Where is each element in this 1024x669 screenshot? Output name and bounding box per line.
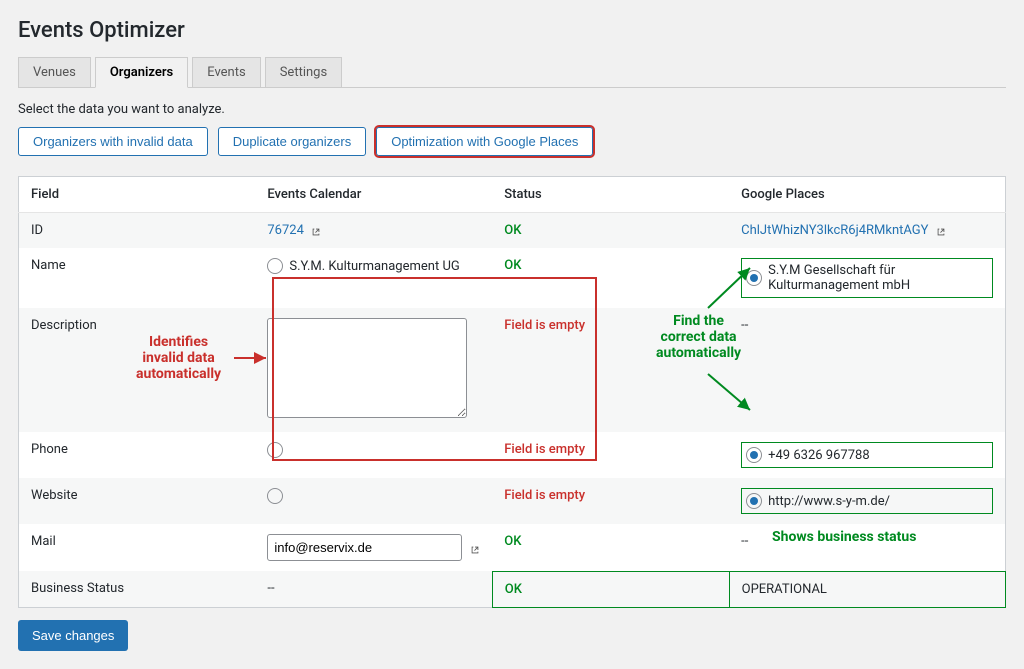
row-name-ec-value: S.Y.M. Kulturmanagement UG: [289, 259, 459, 274]
page-title: Events Optimizer: [18, 18, 1006, 43]
data-table: Field Events Calendar Status Google Plac…: [18, 176, 1006, 608]
row-name-status: OK: [504, 258, 521, 273]
row-mail-label: Mail: [19, 524, 256, 571]
row-website-gp-value: http://www.s-y-m.de/: [768, 494, 890, 509]
row-phone-gp-radio[interactable]: [746, 447, 762, 463]
row-phone-ec-radio[interactable]: [267, 442, 283, 458]
row-name-label: Name: [19, 248, 256, 308]
header-field: Field: [19, 177, 256, 213]
filter-buttons: Organizers with invalid data Duplicate o…: [18, 127, 1006, 156]
row-website-status: Field is empty: [504, 488, 585, 503]
row-description-status: Field is empty: [504, 318, 585, 333]
row-id-status: OK: [504, 223, 521, 238]
row-description-label: Description: [19, 308, 256, 432]
header-google-places: Google Places: [729, 177, 1005, 213]
header-status: Status: [492, 177, 729, 213]
tab-settings[interactable]: Settings: [265, 57, 342, 87]
tab-events[interactable]: Events: [192, 57, 260, 87]
row-business-status-ec: --: [255, 571, 492, 607]
row-phone-status: Field is empty: [504, 442, 585, 457]
row-id-label: ID: [19, 213, 256, 249]
external-link-icon: [311, 226, 321, 236]
external-link-icon: [470, 544, 480, 554]
row-name-gp-radio[interactable]: [746, 270, 762, 286]
row-description-gp: --: [729, 308, 1005, 432]
row-mail-gp: --: [729, 524, 1005, 571]
tab-organizers[interactable]: Organizers: [95, 57, 188, 88]
row-website-label: Website: [19, 478, 256, 524]
row-business-status-status: OK: [505, 582, 522, 597]
row-website-gp-radio[interactable]: [746, 493, 762, 509]
row-mail-input[interactable]: [267, 534, 462, 561]
row-id-ec-link[interactable]: 76724: [267, 223, 321, 238]
tab-venues[interactable]: Venues: [18, 57, 91, 87]
row-name-ec-radio[interactable]: [267, 258, 283, 274]
invalid-data-button[interactable]: Organizers with invalid data: [18, 127, 208, 156]
row-description-textarea[interactable]: [267, 318, 467, 418]
row-name-gp-value: S.Y.M Gesellschaft für Kulturmanagement …: [768, 263, 988, 293]
row-business-status-label: Business Status: [19, 571, 256, 607]
row-website-ec-radio[interactable]: [267, 488, 283, 504]
row-business-status-gp: OPERATIONAL: [729, 571, 1005, 607]
table-wrapper: Field Events Calendar Status Google Plac…: [18, 176, 1006, 608]
duplicate-organizers-button[interactable]: Duplicate organizers: [218, 127, 367, 156]
instruction-text: Select the data you want to analyze.: [18, 102, 1006, 117]
row-id-gp-link[interactable]: ChlJtWhizNY3lkcR6j4RMkntAGY: [741, 223, 946, 238]
row-phone-gp-value: +49 6326 967788: [768, 448, 870, 463]
row-mail-status: OK: [504, 534, 521, 549]
header-events-calendar: Events Calendar: [255, 177, 492, 213]
tab-bar: Venues Organizers Events Settings: [18, 57, 1006, 88]
row-phone-label: Phone: [19, 432, 256, 478]
optimize-google-button[interactable]: Optimization with Google Places: [376, 127, 593, 156]
external-link-icon: [936, 226, 946, 236]
save-button[interactable]: Save changes: [18, 620, 128, 651]
